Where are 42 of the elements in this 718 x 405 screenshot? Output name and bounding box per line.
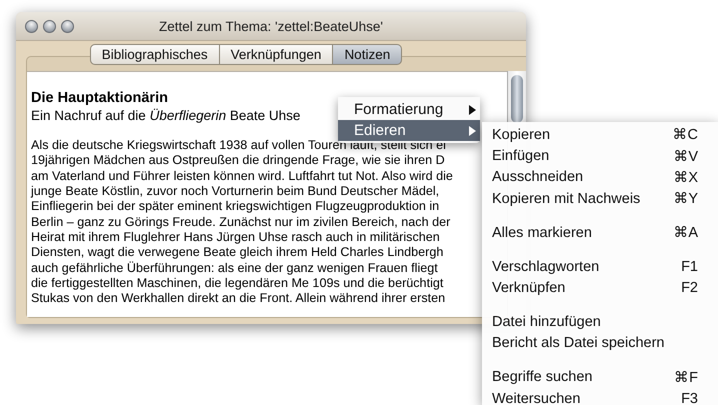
menu-item[interactable]: Edieren [338, 120, 480, 141]
shortcut-label: F3 [681, 390, 698, 405]
shortcut-label: ⌘A [673, 224, 698, 242]
tab[interactable]: Bibliographisches [90, 44, 220, 65]
text-line: die fertiggestellten Maschinen, die legendären Me 109s und die berüchtigt [31, 276, 444, 292]
menu-item[interactable]: Formatierung [338, 99, 480, 120]
scrollbar-thumb[interactable] [511, 75, 523, 123]
menu-item[interactable]: Kopieren mit Nachweis ⌘Y [482, 188, 718, 210]
note-heading: Die Hauptaktionärin [31, 90, 168, 107]
menu-item[interactable]: Bericht als Datei speichern [482, 332, 718, 354]
shortcut-label: ⌘X [673, 168, 698, 186]
text-line: 19jährigen Mädchen aus Ostpreußen die dringende Frage, wie sie ihren D [31, 153, 445, 169]
shortcut-label: ⌘V [673, 148, 698, 165]
text-line: Einfliegerin bei der später eminent kriegswichtigen Flugzeugproduktion in [31, 199, 440, 215]
menu-item[interactable]: Alles markieren ⌘A [482, 222, 718, 244]
text-line: Diensten, wagt die verwegene Beate gleich ihrem Held Charles Lindbergh [31, 245, 444, 261]
shortcut-label: F2 [681, 280, 698, 296]
text-line: am Vaterland und Führer leisten können wird. Luftfahrt tut Not. Also wird die [31, 168, 453, 184]
menu-item[interactable]: Ausschneiden ⌘X [482, 166, 718, 188]
shortcut-label: ⌘C [672, 126, 698, 144]
note-subtitle: Ein Nachruf auf die Überfliegerin Beate Uhse [31, 107, 300, 124]
menu-item[interactable]: Einfügen ⌘V [482, 145, 718, 167]
text-line: auch gefährliche Überführungen: als eine der ganz wenigen Frauen fliegt [31, 260, 438, 276]
minimize-button[interactable] [43, 20, 56, 32]
tab[interactable]: Verknüpfungen [220, 44, 334, 65]
shortcut-label: ⌘F [674, 368, 698, 386]
menu-item[interactable]: Verknüpfen F2 [482, 277, 718, 299]
shortcut-label: ⌘Y [673, 190, 698, 208]
text-line: Heirat mit ihrem Fluglehrer Hans Jürgen Uhse rasch auch in militärischen [31, 230, 440, 246]
window-title: Zettel zum Thema: 'zettel:BeateUhse' [158, 18, 383, 34]
menu-item[interactable]: Begriffe suchen ⌘F [482, 366, 718, 388]
menu-item[interactable]: Datei hinzufügen [482, 311, 718, 333]
tab[interactable]: Notizen [333, 44, 402, 65]
text-line: Berlin – ganz zu Görings Freude. Zunächst nur im zivilen Bereich, nach der [31, 214, 450, 230]
text-line: junge Beate Köstlin, zuvor noch Vorturnerin beim Bund Deutscher Mädel, [31, 184, 440, 200]
menu-item[interactable]: Verschlagworten F1 [482, 256, 718, 278]
zoom-button[interactable] [61, 20, 74, 32]
text-line: Stukas von den Werkhallen direkt an die Front. Allein während ihrer ersten [31, 291, 446, 307]
menu-item[interactable]: Kopieren ⌘C [482, 124, 718, 146]
menu-item[interactable]: Weitersuchen F3 [482, 388, 718, 405]
close-button[interactable] [25, 20, 38, 32]
shortcut-label: F1 [681, 258, 698, 275]
